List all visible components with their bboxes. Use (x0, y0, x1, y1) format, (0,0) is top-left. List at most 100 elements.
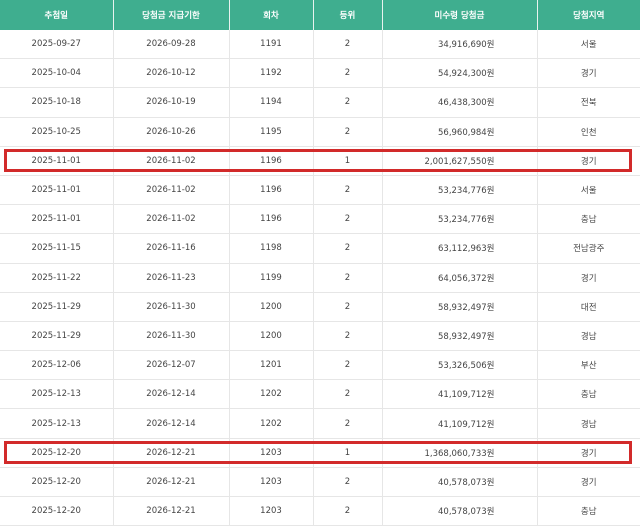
payment-deadline-cell: 2026-11-23 (112, 263, 229, 293)
round-cell: 1203 (228, 496, 313, 526)
rank-cell: 2 (312, 175, 382, 206)
round-cell: 1196 (228, 146, 313, 176)
draw-date-cell: 2025-09-27 (0, 30, 113, 60)
unclaimed-amount-cell: 2,001,627,550원 (381, 146, 537, 176)
draw-date-cell: 2025-11-22 (0, 263, 113, 293)
payment-deadline-cell: 2026-11-30 (112, 292, 229, 322)
unclaimed-amount-cell: 41,109,712원 (381, 379, 537, 410)
unclaimed-amount-cell: 53,234,776원 (381, 175, 537, 206)
table-row: 2025-11-15 2026-11-16 1198 2 63,112,963원 전남광주 (0, 233, 640, 264)
table-body: 2025-09-27 2026-09-28 1191 2 34,916,690원 서울 20… (0, 30, 640, 526)
draw-date-cell: 2025-12-20 (0, 496, 113, 526)
rank-cell: 2 (312, 58, 382, 89)
rank-cell: 2 (312, 263, 382, 293)
unclaimed-amount-cell: 1,368,060,733원 (381, 438, 537, 468)
payment-deadline-cell: 2026-11-30 (112, 321, 229, 352)
rank-cell: 1 (312, 146, 382, 176)
table-row: 2025-12-13 2026-12-14 1202 2 41,109,712원 충남 (0, 379, 640, 410)
draw-date-cell: 2025-11-15 (0, 233, 113, 264)
round-cell: 1203 (228, 438, 313, 468)
region-cell: 전남광주 (536, 233, 640, 264)
table-row: 2025-11-29 2026-11-30 1200 2 58,932,497원 대전 (0, 292, 640, 322)
draw-date-cell: 2025-11-01 (0, 175, 113, 206)
table-row: 2025-11-22 2026-11-23 1199 2 64,056,372원 경기 (0, 263, 640, 293)
round-cell: 1196 (228, 204, 313, 235)
region-cell: 경기 (536, 467, 640, 498)
payment-deadline-cell: 2026-12-07 (112, 350, 229, 381)
column-header-round: 회차 (228, 0, 313, 30)
round-cell: 1201 (228, 350, 313, 381)
table-row: 2025-12-13 2026-12-14 1202 2 41,109,712원 경남 (0, 408, 640, 439)
draw-date-cell: 2025-12-13 (0, 408, 113, 439)
rank-cell: 2 (312, 350, 382, 381)
round-cell: 1199 (228, 263, 313, 293)
round-cell: 1203 (228, 467, 313, 498)
draw-date-cell: 2025-10-25 (0, 117, 113, 147)
region-cell: 충남 (536, 496, 640, 526)
draw-date-cell: 2025-11-29 (0, 321, 113, 352)
draw-date-cell: 2025-12-20 (0, 438, 113, 468)
region-cell: 충남 (536, 204, 640, 235)
payment-deadline-cell: 2026-12-14 (112, 379, 229, 410)
unclaimed-amount-cell: 41,109,712원 (381, 408, 537, 439)
table-row: 2025-12-06 2026-12-07 1201 2 53,326,506원 부산 (0, 350, 640, 381)
unclaimed-amount-cell: 40,578,073원 (381, 496, 537, 526)
region-cell: 인천 (536, 117, 640, 147)
region-cell: 대전 (536, 292, 640, 322)
region-cell: 서울 (536, 30, 640, 60)
region-cell: 전북 (536, 87, 640, 118)
region-cell: 경기 (536, 263, 640, 293)
table-row: 2025-10-25 2026-10-26 1195 2 56,960,984원 인천 (0, 117, 640, 147)
rank-cell: 1 (312, 438, 382, 468)
unclaimed-amount-cell: 64,056,372원 (381, 263, 537, 293)
round-cell: 1194 (228, 87, 313, 118)
unclaimed-prize-table: 추첨일 당첨금 지급기한 회차 등위 미수령 당첨금 당첨지역 2025-09-… (0, 0, 640, 526)
region-cell: 부산 (536, 350, 640, 381)
draw-date-cell: 2025-12-06 (0, 350, 113, 381)
column-header-draw-date: 추첨일 (0, 0, 113, 30)
column-header-payment-deadline: 당첨금 지급기한 (112, 0, 229, 30)
round-cell: 1195 (228, 117, 313, 147)
round-cell: 1200 (228, 321, 313, 352)
column-header-unclaimed-amount: 미수령 당첨금 (381, 0, 537, 30)
rank-cell: 2 (312, 379, 382, 410)
rank-cell: 2 (312, 30, 382, 60)
payment-deadline-cell: 2026-11-02 (112, 146, 229, 176)
draw-date-cell: 2025-11-01 (0, 204, 113, 235)
column-header-region: 당첨지역 (536, 0, 640, 30)
draw-date-cell: 2025-12-20 (0, 467, 113, 498)
draw-date-cell: 2025-11-29 (0, 292, 113, 322)
rank-cell: 2 (312, 467, 382, 498)
payment-deadline-cell: 2026-12-21 (112, 438, 229, 468)
region-cell: 충남 (536, 379, 640, 410)
table-row: 2025-11-01 2026-11-02 1196 1 2,001,627,550원 경… (0, 146, 640, 176)
rank-cell: 2 (312, 117, 382, 147)
table-row: 2025-10-04 2026-10-12 1192 2 54,924,300원 경기 (0, 58, 640, 89)
draw-date-cell: 2025-11-01 (0, 146, 113, 176)
unclaimed-amount-cell: 53,326,506원 (381, 350, 537, 381)
round-cell: 1196 (228, 175, 313, 206)
draw-date-cell: 2025-10-18 (0, 87, 113, 118)
unclaimed-amount-cell: 63,112,963원 (381, 233, 537, 264)
table-row: 2025-10-18 2026-10-19 1194 2 46,438,300원 전북 (0, 87, 640, 118)
region-cell: 경남 (536, 321, 640, 352)
payment-deadline-cell: 2026-10-19 (112, 87, 229, 118)
region-cell: 서울 (536, 175, 640, 206)
region-cell: 경기 (536, 58, 640, 89)
region-cell: 경기 (536, 438, 640, 468)
unclaimed-amount-cell: 40,578,073원 (381, 467, 537, 498)
rank-cell: 2 (312, 408, 382, 439)
rank-cell: 2 (312, 321, 382, 352)
round-cell: 1202 (228, 379, 313, 410)
unclaimed-amount-cell: 53,234,776원 (381, 204, 537, 235)
rank-cell: 2 (312, 204, 382, 235)
table-row: 2025-09-27 2026-09-28 1191 2 34,916,690원 서울 (0, 30, 640, 60)
region-cell: 경남 (536, 408, 640, 439)
table-row: 2025-12-20 2026-12-21 1203 2 40,578,073원 충남 (0, 496, 640, 526)
payment-deadline-cell: 2026-11-02 (112, 204, 229, 235)
round-cell: 1200 (228, 292, 313, 322)
payment-deadline-cell: 2026-09-28 (112, 30, 229, 60)
draw-date-cell: 2025-12-13 (0, 379, 113, 410)
round-cell: 1191 (228, 30, 313, 60)
table-header: 추첨일 당첨금 지급기한 회차 등위 미수령 당첨금 당첨지역 (0, 0, 640, 30)
